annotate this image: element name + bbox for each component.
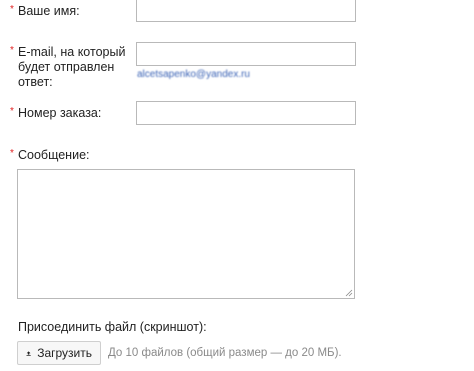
upload-button-label: Загрузить [37, 346, 92, 360]
email-label: * E-mail, на который будет отправлен отв… [10, 45, 126, 89]
attach-label: Присоединить файл (скриншот): [18, 320, 207, 334]
resize-grip-icon[interactable] [345, 289, 353, 297]
order-number-input[interactable] [136, 101, 356, 125]
upload-note: До 10 файлов (общий размер — до 20 МБ). [108, 347, 342, 359]
message-textarea[interactable] [17, 169, 355, 299]
upload-icon [26, 350, 31, 356]
name-label: * Ваше имя: [10, 4, 80, 18]
required-mark: * [10, 4, 14, 15]
name-input[interactable] [136, 0, 356, 22]
email-input[interactable] [136, 42, 356, 66]
order-label: * Номер заказа: [10, 106, 102, 120]
upload-button[interactable]: Загрузить [17, 341, 101, 365]
message-label: * Сообщение: [10, 148, 90, 162]
required-mark: * [10, 106, 14, 117]
required-mark: * [10, 148, 14, 159]
required-mark: * [10, 45, 14, 56]
email-hint[interactable]: alcetsapenko@yandex.ru [137, 69, 250, 80]
